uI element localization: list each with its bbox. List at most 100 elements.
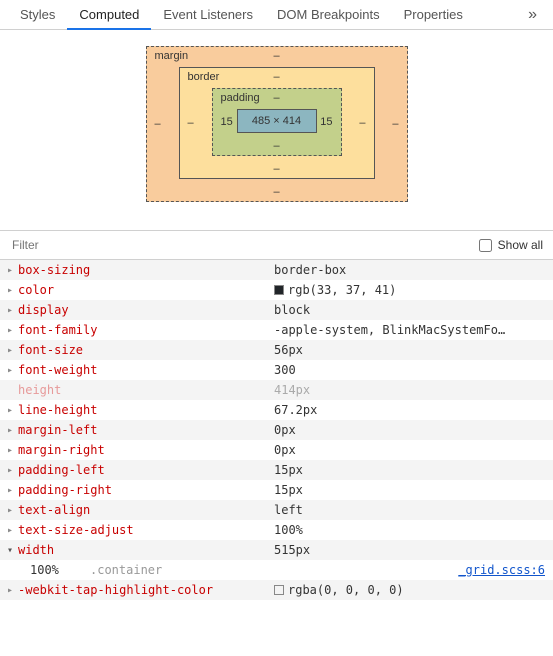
border-label: border <box>188 71 220 83</box>
property-row[interactable]: displayblock <box>0 300 553 320</box>
property-value-text: 515px <box>274 543 310 557</box>
property-name: -webkit-tap-highlight-color <box>16 583 274 597</box>
property-row[interactable]: line-height67.2px <box>0 400 553 420</box>
property-value-text: 414px <box>274 383 310 397</box>
property-row[interactable]: colorrgb(33, 37, 41) <box>0 280 553 300</box>
margin-right-value[interactable]: – <box>392 118 398 130</box>
disclosure-triangle-icon[interactable] <box>4 465 16 476</box>
property-row[interactable]: width515px <box>0 540 553 560</box>
disclosure-triangle-icon[interactable] <box>4 485 16 496</box>
property-value-text: 67.2px <box>274 403 317 417</box>
box-model-content[interactable]: 485 × 414 <box>237 109 317 133</box>
property-value: 300 <box>274 363 549 377</box>
tab-event-listeners[interactable]: Event Listeners <box>151 0 265 30</box>
disclosure-triangle-icon[interactable] <box>4 545 16 556</box>
margin-label: margin <box>155 50 189 62</box>
property-value-text: block <box>274 303 310 317</box>
property-value: 15px <box>274 483 549 497</box>
property-row[interactable]: text-alignleft <box>0 500 553 520</box>
trace-source-link[interactable]: _grid.scss:6 <box>458 563 553 577</box>
border-bottom-value[interactable]: – <box>273 163 279 175</box>
property-value: rgba(0, 0, 0, 0) <box>274 583 549 597</box>
disclosure-triangle-icon[interactable] <box>4 445 16 456</box>
property-value-text: rgba(0, 0, 0, 0) <box>288 583 404 597</box>
property-row[interactable]: -webkit-tap-highlight-color rgba(0, 0, 0,… <box>0 580 553 600</box>
property-name: margin-left <box>16 423 274 437</box>
disclosure-triangle-icon[interactable] <box>4 505 16 516</box>
padding-right-value[interactable]: 15 <box>320 116 332 128</box>
property-value: -apple-system, BlinkMacSystemFo… <box>274 323 549 337</box>
show-all-label: Show all <box>498 238 543 252</box>
box-model-padding[interactable]: padding – – 15 15 485 × 414 <box>212 88 342 156</box>
disclosure-triangle-icon[interactable] <box>4 345 16 356</box>
property-value: 56px <box>274 343 549 357</box>
property-name: padding-left <box>16 463 274 477</box>
property-name: padding-right <box>16 483 274 497</box>
property-value-text: border-box <box>274 263 346 277</box>
padding-top-value[interactable]: – <box>273 92 279 104</box>
property-value-text: 300 <box>274 363 296 377</box>
color-swatch-icon[interactable] <box>274 585 284 595</box>
border-right-value[interactable]: – <box>359 117 365 129</box>
property-name: box-sizing <box>16 263 274 277</box>
property-name: font-weight <box>16 363 274 377</box>
property-value: border-box <box>274 263 549 277</box>
property-row[interactable]: padding-right15px <box>0 480 553 500</box>
padding-bottom-value[interactable]: – <box>273 140 279 152</box>
disclosure-triangle-icon[interactable] <box>4 425 16 436</box>
show-all-toggle[interactable]: Show all <box>479 238 543 252</box>
property-trace-row[interactable]: 100%.container_grid.scss:6 <box>0 560 553 580</box>
tabs-bar: Styles Computed Event Listeners DOM Brea… <box>0 0 553 30</box>
disclosure-triangle-icon[interactable] <box>4 325 16 336</box>
property-name: font-family <box>16 323 274 337</box>
tab-properties[interactable]: Properties <box>392 0 475 30</box>
property-value-text: -apple-system, BlinkMacSystemFo… <box>274 323 505 337</box>
color-swatch-icon[interactable] <box>274 285 284 295</box>
tab-computed[interactable]: Computed <box>67 0 151 30</box>
show-all-checkbox[interactable] <box>479 239 492 252</box>
property-row[interactable]: margin-right0px <box>0 440 553 460</box>
property-row[interactable]: font-weight300 <box>0 360 553 380</box>
property-value: 0px <box>274 423 549 437</box>
margin-left-value[interactable]: – <box>155 118 161 130</box>
disclosure-triangle-icon[interactable] <box>4 265 16 276</box>
property-value: 15px <box>274 463 549 477</box>
property-row[interactable]: font-size56px <box>0 340 553 360</box>
disclosure-triangle-icon[interactable] <box>4 365 16 376</box>
disclosure-triangle-icon[interactable] <box>4 285 16 296</box>
disclosure-triangle-icon[interactable] <box>4 305 16 316</box>
disclosure-triangle-icon[interactable] <box>4 405 16 416</box>
filter-input[interactable] <box>10 237 479 253</box>
property-row[interactable]: height414px <box>0 380 553 400</box>
padding-left-value[interactable]: 15 <box>221 116 233 128</box>
border-left-value[interactable]: – <box>188 117 194 129</box>
property-value-text: 15px <box>274 483 303 497</box>
box-model-margin[interactable]: margin – – – – border – – – – padding – … <box>146 46 408 202</box>
margin-bottom-value[interactable]: – <box>273 186 279 198</box>
property-name: line-height <box>16 403 274 417</box>
disclosure-triangle-icon[interactable] <box>4 585 16 596</box>
property-row[interactable]: font-family-apple-system, BlinkMacSystem… <box>0 320 553 340</box>
property-row[interactable]: margin-left0px <box>0 420 553 440</box>
box-model-diagram: margin – – – – border – – – – padding – … <box>0 30 553 230</box>
property-name: height <box>16 383 274 397</box>
property-row[interactable]: box-sizingborder-box <box>0 260 553 280</box>
tab-dom-breakpoints[interactable]: DOM Breakpoints <box>265 0 392 30</box>
computed-properties-list: box-sizingborder-boxcolorrgb(33, 37, 41)… <box>0 260 553 600</box>
filter-bar: Show all <box>0 230 553 260</box>
property-value: block <box>274 303 549 317</box>
property-row[interactable]: padding-left15px <box>0 460 553 480</box>
property-name: width <box>16 543 274 557</box>
property-row[interactable]: text-size-adjust100% <box>0 520 553 540</box>
property-value-text: left <box>274 503 303 517</box>
disclosure-triangle-icon[interactable] <box>4 525 16 536</box>
property-name: margin-right <box>16 443 274 457</box>
box-model-border[interactable]: border – – – – padding – – 15 15 485 × 4… <box>179 67 375 179</box>
tab-styles[interactable]: Styles <box>8 0 67 30</box>
tabs-overflow-button[interactable]: » <box>520 6 545 24</box>
property-value: rgb(33, 37, 41) <box>274 283 549 297</box>
border-top-value[interactable]: – <box>273 71 279 83</box>
property-value-text: 56px <box>274 343 303 357</box>
trace-value: 100% <box>30 563 90 577</box>
margin-top-value[interactable]: – <box>273 50 279 62</box>
